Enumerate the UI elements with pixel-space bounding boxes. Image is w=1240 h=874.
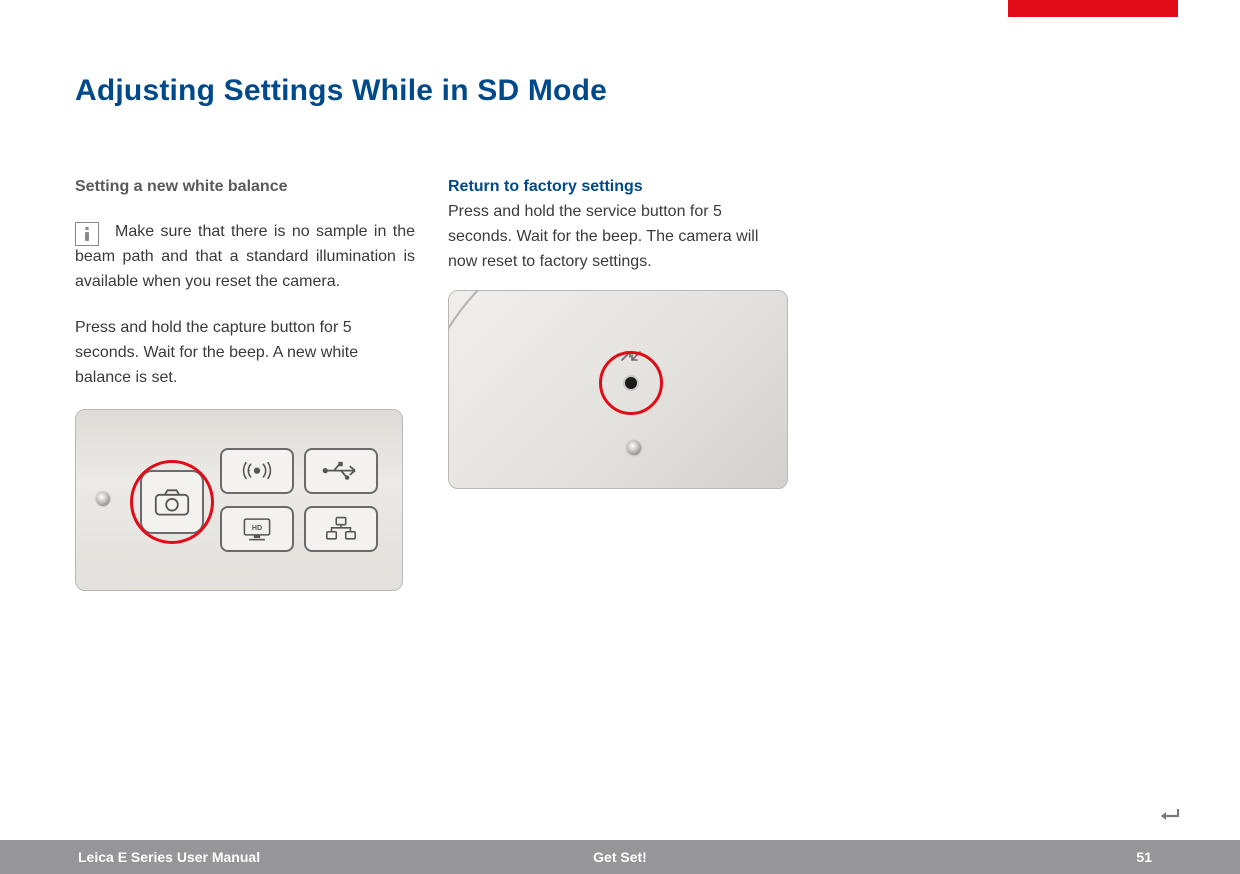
info-text: Make sure that there is no sample in the… <box>75 220 415 294</box>
hd-button: HD <box>220 506 294 552</box>
hd-monitor-icon: HD <box>236 516 278 541</box>
usb-button <box>304 448 378 494</box>
factory-reset-instruction: Press and hold the service button for 5 … <box>448 200 788 274</box>
figure-service-button <box>448 290 788 489</box>
panel-background <box>76 410 402 590</box>
wifi-button <box>220 448 294 494</box>
info-icon <box>75 222 99 246</box>
hd-label: HD <box>252 524 262 532</box>
highlight-ring-icon <box>130 460 214 544</box>
page-title: Adjusting Settings While in SD Mode <box>75 74 607 108</box>
usb-icon <box>320 458 362 483</box>
subhead-white-balance: Setting a new white balance <box>75 178 415 196</box>
footer-section: Get Set! <box>593 849 647 865</box>
figure-capture-button: HD <box>75 409 403 591</box>
white-balance-instruction: Press and hold the capture button for 5 … <box>75 316 415 390</box>
info-text-content: Make sure that there is no sample in the… <box>75 223 415 290</box>
footer-page-number: 51 <box>1136 849 1152 865</box>
subhead-factory-reset: Return to factory settings <box>448 178 788 196</box>
network-icon <box>320 516 362 541</box>
info-block: Make sure that there is no sample in the… <box>75 220 415 294</box>
highlight-ring-icon <box>599 351 663 415</box>
column-right: Return to factory settings Press and hol… <box>448 178 788 489</box>
wifi-icon <box>236 458 278 483</box>
return-icon[interactable] <box>1158 807 1180 828</box>
network-button <box>304 506 378 552</box>
brand-tab <box>1008 0 1178 17</box>
column-left: Setting a new white balance Make sure th… <box>75 178 415 591</box>
footer-manual-title: Leica E Series User Manual <box>78 849 260 865</box>
screw-icon <box>96 492 110 506</box>
footer: Leica E Series User Manual Get Set! 51 <box>0 840 1240 874</box>
page: Adjusting Settings While in SD Mode Sett… <box>0 0 1240 874</box>
